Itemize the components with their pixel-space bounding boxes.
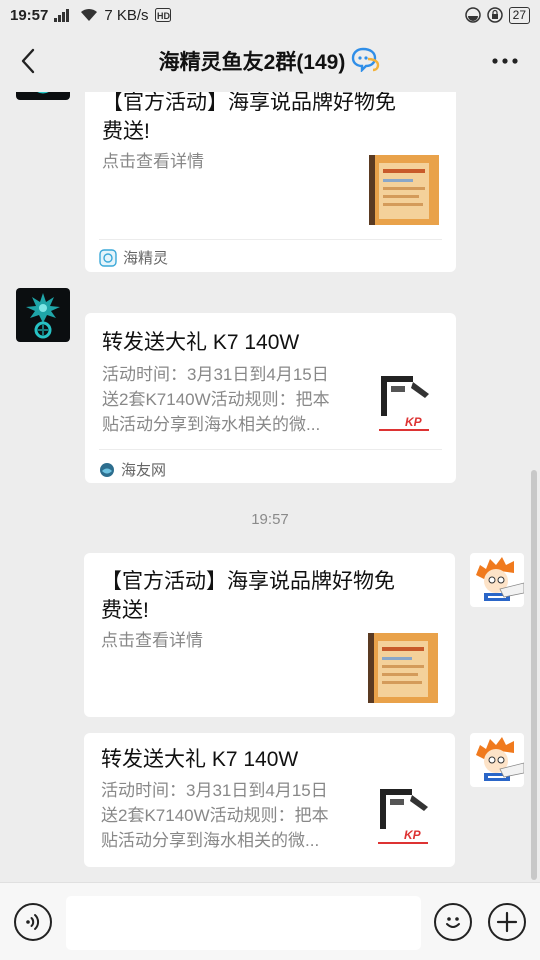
- wifi-icon: [80, 8, 98, 22]
- network-speed: 7 KB/s: [104, 6, 149, 24]
- more-dots-icon: [492, 58, 518, 64]
- emoji-button[interactable]: [434, 903, 472, 941]
- card-description: 贴活动分享到海水相关的微...: [102, 415, 321, 434]
- sender-avatar[interactable]: [16, 288, 70, 342]
- plus-icon: [496, 911, 518, 933]
- card-description: 送2套K7140W活动规则：把本: [101, 806, 329, 825]
- more-options-button[interactable]: [488, 46, 522, 76]
- more-functions-button[interactable]: [488, 903, 526, 941]
- card-title: 【官方活动】海享说品牌好物免: [101, 570, 395, 593]
- shared-link-card[interactable]: 【官方活动】海享说品牌好物免 费送! 点击查看详情: [84, 553, 455, 717]
- hd-icon: HD: [154, 8, 171, 22]
- source-name: 海友网: [121, 462, 167, 479]
- battery-indicator: 27: [508, 6, 530, 24]
- message-input-bar: [0, 882, 540, 960]
- lock-icon: [486, 7, 503, 23]
- app-source-icon: [100, 462, 114, 477]
- card-title: 【官方活动】海享说品牌好物免: [102, 92, 396, 114]
- svg-text:KP: KP: [405, 415, 423, 429]
- card-title: 转发送大礼 K7 140W: [101, 748, 299, 771]
- back-button[interactable]: [14, 46, 42, 76]
- app-source-icon: [99, 248, 117, 267]
- cellular-signal-icon: [54, 8, 74, 22]
- my-avatar[interactable]: [470, 553, 524, 607]
- card-divider: [99, 449, 442, 450]
- card-description: 点击查看详情: [102, 152, 204, 171]
- card-thumbnail: [368, 633, 438, 703]
- status-time: 19:57: [10, 6, 49, 24]
- card-description: 贴活动分享到海水相关的微...: [101, 831, 320, 850]
- message-timestamp: 19:57: [251, 511, 289, 528]
- card-description: 活动时间：3月31日到4月15日: [101, 781, 328, 800]
- card-title: 转发送大礼 K7 140W: [102, 331, 300, 354]
- card-title: 费送!: [101, 599, 149, 622]
- card-thumbnail: KP: [369, 368, 439, 438]
- group-chat-icon: [351, 46, 381, 77]
- status-bar: 19:57 7 KB/s HD 27: [0, 0, 540, 30]
- message-text-input[interactable]: [66, 896, 421, 950]
- card-thumbnail: [369, 155, 439, 225]
- page-title: 海精灵鱼友2群(149): [158, 51, 346, 74]
- card-divider: [99, 239, 442, 240]
- card-source: 海友网: [99, 459, 166, 480]
- chat-header: 海精灵鱼友2群(149): [0, 30, 540, 92]
- source-name: 海精灵: [123, 250, 169, 267]
- voice-input-button[interactable]: [14, 903, 52, 941]
- voice-icon: [26, 914, 40, 930]
- card-thumbnail: KP: [368, 781, 438, 851]
- smiley-icon: [446, 917, 460, 928]
- card-source: 海精灵: [99, 247, 168, 268]
- shared-link-card[interactable]: 【官方活动】海享说品牌好物免 费送! 点击查看详情 海精灵: [85, 92, 456, 272]
- shared-link-card[interactable]: 转发送大礼 K7 140W 活动时间：3月31日到4月15日 送2套K7140W…: [84, 733, 455, 867]
- card-description: 送2套K7140W活动规则：把本: [102, 390, 330, 409]
- card-title: 费送!: [102, 120, 150, 143]
- chat-scrollbar[interactable]: [531, 470, 537, 880]
- my-avatar[interactable]: [470, 733, 524, 787]
- theme-icon: [464, 7, 481, 23]
- chat-message-list[interactable]: 【官方活动】海享说品牌好物免 费送! 点击查看详情 海精灵 转发送大礼 K7 1…: [0, 92, 540, 882]
- svg-text:KP: KP: [404, 828, 422, 842]
- svg-text:HD: HD: [157, 11, 170, 21]
- card-description: 点击查看详情: [101, 631, 203, 650]
- back-arrow-icon: [21, 48, 35, 74]
- card-description: 活动时间：3月31日到4月15日: [102, 365, 329, 384]
- shared-link-card[interactable]: 转发送大礼 K7 140W 活动时间：3月31日到4月15日 送2套K7140W…: [85, 313, 456, 483]
- sender-avatar[interactable]: [16, 92, 70, 100]
